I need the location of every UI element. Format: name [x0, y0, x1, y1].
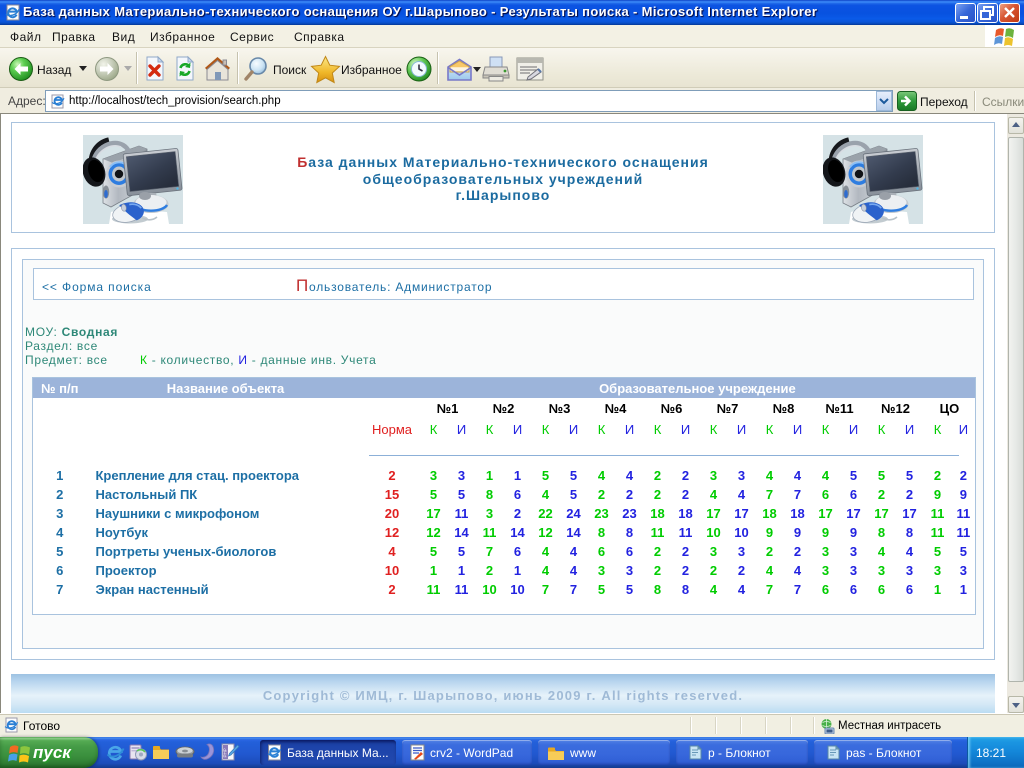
svg-text:PHP: PHP [223, 748, 228, 757]
